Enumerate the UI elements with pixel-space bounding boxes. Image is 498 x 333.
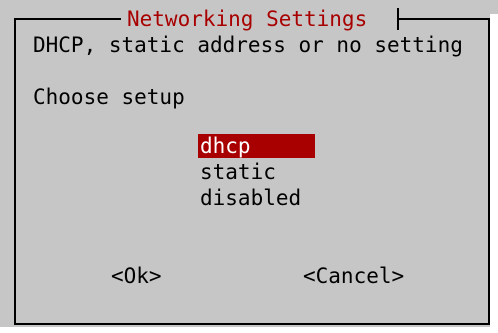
title-bracket-right [397,8,399,30]
option-disabled[interactable]: disabled [198,186,315,210]
option-static[interactable]: static [198,160,315,184]
dialog-screen: Networking Settings DHCP, static address… [0,0,498,333]
dialog-title: Networking Settings [121,6,374,32]
option-dhcp[interactable]: dhcp [198,134,315,158]
dialog-prompt: Choose setup [33,85,185,109]
dialog-border-bottom [14,323,490,325]
dialog-shadow-right [490,14,498,333]
cancel-button[interactable]: <Cancel> [303,263,404,289]
dialog-description: DHCP, static address or no setting [33,33,463,57]
dialog-shadow-bottom [0,327,498,333]
ok-button[interactable]: <Ok> [111,263,162,289]
dialog-border-top-left [14,18,122,20]
dialog-border-left [14,18,16,325]
dialog-border-top-right [398,18,490,20]
